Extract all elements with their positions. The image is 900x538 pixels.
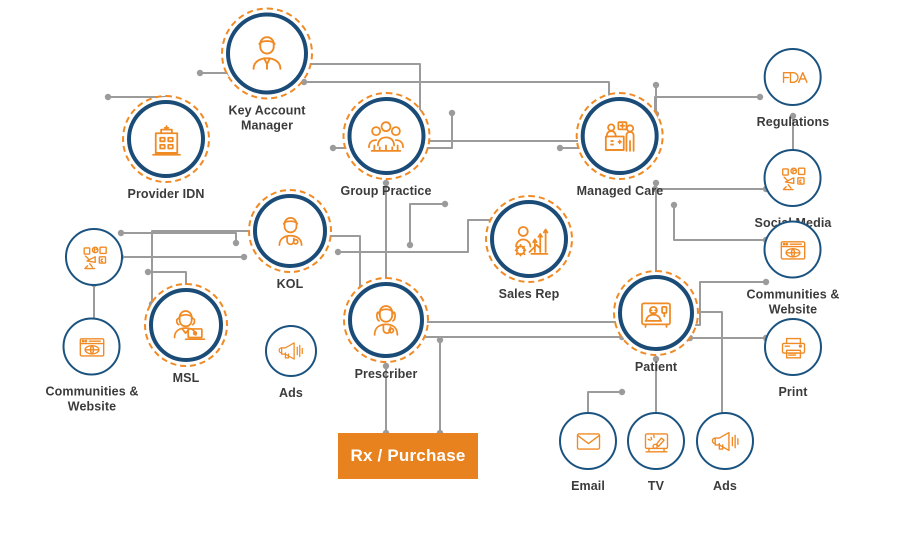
node-tv[interactable]: TV xyxy=(627,412,685,494)
node-prescriber[interactable]: Prescriber xyxy=(343,277,429,382)
node-social-media-right[interactable]: Social Media xyxy=(755,149,832,231)
node-circle-provider-idn xyxy=(122,95,210,183)
connector-line-8 xyxy=(409,203,446,246)
node-label-sales-rep: Sales Rep xyxy=(498,287,560,301)
node-circle-prescriber xyxy=(343,277,429,363)
node-circle-ads-left xyxy=(265,325,317,377)
node-label-ads-bottom: Ads xyxy=(713,479,737,493)
social-media-icon xyxy=(78,241,111,274)
sales-growth-icon xyxy=(508,218,551,261)
node-label-tv: TV xyxy=(647,479,665,493)
node-label-group-practice: Group Practice xyxy=(340,184,432,198)
patient-bed-icon xyxy=(635,292,677,334)
rx-purchase-button[interactable]: Rx / Purchase xyxy=(338,433,478,479)
businessman-icon xyxy=(244,31,290,77)
megaphone-icon xyxy=(276,336,306,366)
connector-endpoint xyxy=(144,268,152,276)
connector-endpoint xyxy=(436,336,444,344)
node-sales-rep[interactable]: Sales Rep xyxy=(485,195,573,302)
node-circle-communities-website-right xyxy=(763,220,822,279)
browser-globe-icon xyxy=(75,330,108,363)
node-ads-left[interactable]: Ads xyxy=(265,325,317,401)
node-communities-website-left[interactable]: Communities & Website xyxy=(45,317,139,415)
node-label-print: Print xyxy=(778,385,808,399)
node-circle-social-media-right xyxy=(763,149,822,207)
node-circle-managed-care xyxy=(576,92,664,180)
node-label-managed-care: Managed Care xyxy=(576,184,664,198)
node-social-media-left[interactable] xyxy=(65,228,123,286)
node-label-communities-website-right: Communities & Website xyxy=(746,287,840,317)
node-circle-regulations xyxy=(763,48,822,106)
connector-endpoint xyxy=(618,388,626,396)
connector-endpoint xyxy=(406,241,414,249)
node-label-kol: KOL xyxy=(276,277,304,291)
care-desk-icon xyxy=(599,115,642,158)
node-label-email: Email xyxy=(571,479,605,493)
connector-endpoint xyxy=(652,81,660,89)
tv-icon xyxy=(640,425,673,458)
connector-endpoint xyxy=(232,239,240,247)
node-managed-care[interactable]: Managed Care xyxy=(576,92,664,199)
node-provider-idn[interactable]: Provider IDN xyxy=(122,95,210,202)
megaphone-icon xyxy=(709,425,742,458)
connector-endpoint xyxy=(556,144,564,152)
connector-endpoint xyxy=(104,93,112,101)
people-group-icon xyxy=(364,115,407,158)
node-circle-kol xyxy=(248,189,332,273)
node-label-key-account-manager: Key Account Manager xyxy=(228,103,306,133)
connector-endpoint xyxy=(196,69,204,77)
browser-globe-icon xyxy=(776,233,809,266)
node-msl[interactable]: MSL xyxy=(144,283,228,386)
node-circle-msl xyxy=(144,283,228,367)
doctor-icon xyxy=(270,211,311,252)
connector-endpoint xyxy=(240,253,248,261)
node-label-prescriber: Prescriber xyxy=(354,367,418,381)
node-circle-ads-bottom xyxy=(696,412,754,470)
connector-line-10 xyxy=(337,219,495,253)
node-group-practice[interactable]: Group Practice xyxy=(340,92,432,199)
connector-endpoint xyxy=(329,144,337,152)
node-circle-social-media-left xyxy=(65,228,123,286)
node-circle-print xyxy=(764,318,822,376)
node-circle-sales-rep xyxy=(485,195,573,283)
woman-laptop-icon xyxy=(166,305,207,346)
node-circle-tv xyxy=(627,412,685,470)
fda-icon xyxy=(776,61,809,94)
node-kol[interactable]: KOL xyxy=(248,189,332,292)
connector-endpoint xyxy=(670,201,678,209)
node-email[interactable]: Email xyxy=(559,412,617,494)
connector-endpoint xyxy=(448,109,456,117)
node-communities-website-right[interactable]: Communities & Website xyxy=(746,220,840,318)
node-circle-group-practice xyxy=(341,92,430,180)
connector-endpoint xyxy=(441,200,449,208)
node-circle-key-account-manager xyxy=(221,7,313,100)
node-label-regulations: Regulations xyxy=(756,115,830,129)
node-label-ads-left: Ads xyxy=(279,386,303,400)
hospital-icon xyxy=(145,118,188,161)
node-regulations[interactable]: Regulations xyxy=(757,48,830,130)
node-circle-patient xyxy=(613,270,699,356)
rx-purchase-label: Rx / Purchase xyxy=(350,446,466,465)
node-patient[interactable]: Patient xyxy=(613,270,699,375)
node-label-communities-website-left: Communities & Website xyxy=(45,384,139,414)
node-ads-bottom[interactable]: Ads xyxy=(696,412,754,494)
connector-line-18 xyxy=(654,96,761,120)
social-media-icon xyxy=(776,162,809,195)
diagram-canvas: Key Account Manager Provider IDN Group Pra… xyxy=(0,0,900,538)
node-label-patient: Patient xyxy=(634,360,678,374)
node-label-provider-idn: Provider IDN xyxy=(127,187,205,201)
envelope-icon xyxy=(572,425,605,458)
node-print[interactable]: Print xyxy=(764,318,822,400)
connector-line-13 xyxy=(120,232,237,244)
printer-icon xyxy=(777,331,810,364)
node-label-msl: MSL xyxy=(172,371,200,385)
node-circle-communities-website-left xyxy=(62,317,121,376)
female-doctor-icon xyxy=(365,299,407,341)
connector-endpoint xyxy=(334,248,342,256)
node-circle-email xyxy=(559,412,617,470)
node-key-account-manager[interactable]: Key Account Manager xyxy=(221,7,313,134)
